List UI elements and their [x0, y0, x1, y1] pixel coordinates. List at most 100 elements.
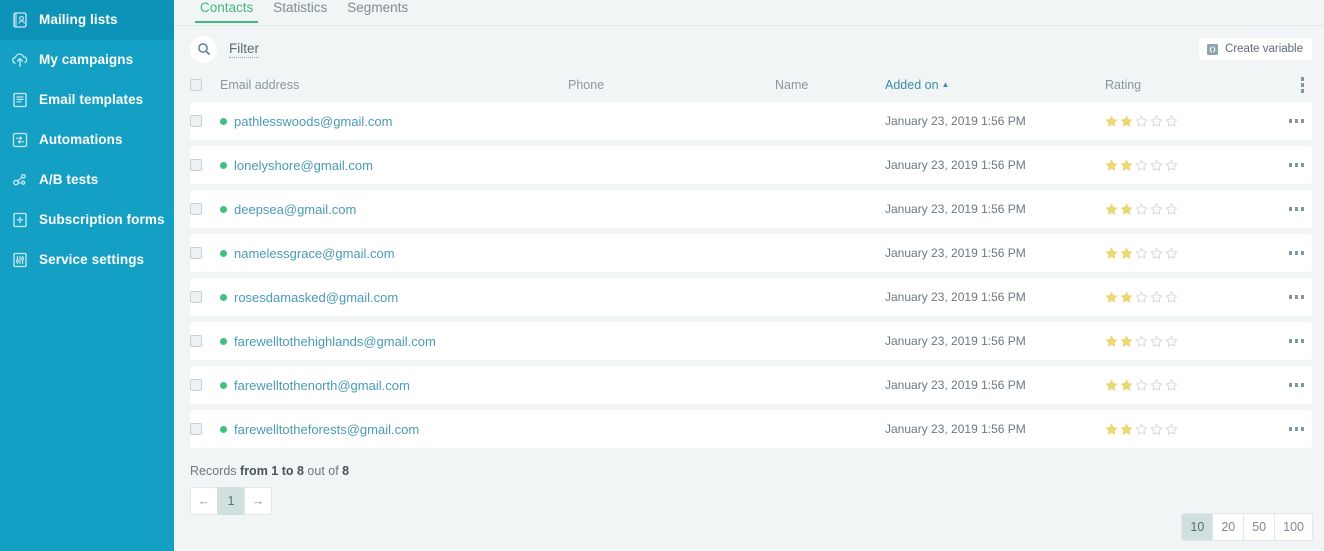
star-icon-5[interactable]	[1165, 115, 1178, 128]
per-page-option-100[interactable]: 100	[1274, 513, 1313, 541]
pagination-page-1[interactable]: 1	[217, 487, 245, 515]
tab-contacts[interactable]: Contacts	[190, 0, 263, 23]
column-header-name[interactable]: Name	[775, 78, 885, 92]
star-icon-4[interactable]	[1150, 379, 1163, 392]
per-page-option-10[interactable]: 10	[1181, 513, 1214, 541]
star-icon-1[interactable]	[1105, 379, 1118, 392]
star-icon-1[interactable]	[1105, 423, 1118, 436]
table-row[interactable]: farewelltothehighlands@gmail.com January …	[190, 322, 1312, 360]
filter-button[interactable]: Filter	[229, 41, 259, 58]
star-icon-2[interactable]	[1120, 115, 1133, 128]
create-variable-button[interactable]: Create variable	[1199, 38, 1312, 60]
row-checkbox[interactable]	[190, 203, 202, 215]
star-icon-5[interactable]	[1165, 423, 1178, 436]
star-icon-3[interactable]	[1135, 247, 1148, 260]
row-checkbox[interactable]	[190, 423, 202, 435]
star-icon-3[interactable]	[1135, 203, 1148, 216]
sidebar-item-subscription-forms[interactable]: Subscription forms	[0, 200, 174, 240]
email-link[interactable]: farewelltothenorth@gmail.com	[234, 378, 410, 393]
column-header-rating[interactable]: Rating	[1105, 78, 1275, 92]
row-checkbox[interactable]	[190, 335, 202, 347]
star-icon-2[interactable]	[1120, 159, 1133, 172]
email-link[interactable]: rosesdamasked@gmail.com	[234, 290, 398, 305]
column-header-phone[interactable]: Phone	[568, 78, 775, 92]
horizontal-kebab-icon[interactable]	[1288, 339, 1304, 343]
email-link[interactable]: pathlesswoods@gmail.com	[234, 114, 392, 129]
horizontal-kebab-icon[interactable]	[1288, 295, 1304, 299]
star-icon-5[interactable]	[1165, 335, 1178, 348]
star-icon-1[interactable]	[1105, 335, 1118, 348]
row-checkbox[interactable]	[190, 115, 202, 127]
star-icon-1[interactable]	[1105, 115, 1118, 128]
email-link[interactable]: deepsea@gmail.com	[234, 202, 356, 217]
table-row[interactable]: lonelyshore@gmail.com January 23, 2019 1:…	[190, 146, 1312, 184]
star-icon-2[interactable]	[1120, 203, 1133, 216]
star-icon-4[interactable]	[1150, 291, 1163, 304]
star-icon-1[interactable]	[1105, 203, 1118, 216]
email-link[interactable]: farewelltothehighlands@gmail.com	[234, 334, 436, 349]
search-icon[interactable]	[190, 35, 217, 63]
star-icon-3[interactable]	[1135, 335, 1148, 348]
star-icon-5[interactable]	[1165, 379, 1178, 392]
star-icon-5[interactable]	[1165, 247, 1178, 260]
table-row[interactable]: pathlesswoods@gmail.com January 23, 2019 …	[190, 102, 1312, 140]
per-page-option-50[interactable]: 50	[1243, 513, 1276, 541]
select-all-checkbox[interactable]	[190, 79, 202, 91]
email-link[interactable]: farewelltotheforests@gmail.com	[234, 422, 419, 437]
pagination-prev-button[interactable]: ←	[190, 487, 218, 515]
star-icon-4[interactable]	[1150, 423, 1163, 436]
pagination-next-button[interactable]: →	[244, 487, 272, 515]
star-icon-4[interactable]	[1150, 335, 1163, 348]
star-icon-5[interactable]	[1165, 291, 1178, 304]
star-icon-3[interactable]	[1135, 423, 1148, 436]
table-row[interactable]: farewelltotheforests@gmail.com January 23…	[190, 410, 1312, 448]
star-icon-2[interactable]	[1120, 379, 1133, 392]
star-icon-2[interactable]	[1120, 247, 1133, 260]
star-icon-4[interactable]	[1150, 247, 1163, 260]
star-icon-5[interactable]	[1165, 203, 1178, 216]
star-icon-4[interactable]	[1150, 203, 1163, 216]
star-icon-1[interactable]	[1105, 159, 1118, 172]
row-checkbox[interactable]	[190, 379, 202, 391]
horizontal-kebab-icon[interactable]	[1288, 119, 1304, 123]
star-icon-1[interactable]	[1105, 247, 1118, 260]
row-checkbox[interactable]	[190, 291, 202, 303]
column-header-email[interactable]: Email address	[220, 78, 568, 92]
table-row[interactable]: deepsea@gmail.com January 23, 2019 1:56 P…	[190, 190, 1312, 228]
star-icon-3[interactable]	[1135, 379, 1148, 392]
row-checkbox[interactable]	[190, 159, 202, 171]
sidebar-item-ab-tests[interactable]: A/B tests	[0, 160, 174, 200]
horizontal-kebab-icon[interactable]	[1288, 251, 1304, 255]
tab-segments[interactable]: Segments	[337, 0, 418, 22]
vertical-kebab-icon[interactable]	[1300, 77, 1304, 93]
column-header-added-on[interactable]: Added on ▲	[885, 78, 1105, 92]
table-row[interactable]: namelessgrace@gmail.com January 23, 2019 …	[190, 234, 1312, 272]
sidebar-item-my-campaigns[interactable]: My campaigns	[0, 40, 174, 80]
sidebar-item-email-templates[interactable]: Email templates	[0, 80, 174, 120]
tab-statistics[interactable]: Statistics	[263, 0, 337, 22]
horizontal-kebab-icon[interactable]	[1288, 207, 1304, 211]
star-icon-4[interactable]	[1150, 115, 1163, 128]
star-icon-2[interactable]	[1120, 291, 1133, 304]
sidebar-item-automations[interactable]: Automations	[0, 120, 174, 160]
star-icon-1[interactable]	[1105, 291, 1118, 304]
star-icon-3[interactable]	[1135, 291, 1148, 304]
horizontal-kebab-icon[interactable]	[1288, 163, 1304, 167]
email-link[interactable]: lonelyshore@gmail.com	[234, 158, 373, 173]
email-link[interactable]: namelessgrace@gmail.com	[234, 246, 395, 261]
per-page-option-20[interactable]: 20	[1212, 513, 1245, 541]
star-icon-2[interactable]	[1120, 335, 1133, 348]
star-icon-3[interactable]	[1135, 159, 1148, 172]
cell-rating	[1105, 335, 1275, 348]
star-icon-5[interactable]	[1165, 159, 1178, 172]
sidebar-item-service-settings[interactable]: Service settings	[0, 240, 174, 280]
table-row[interactable]: rosesdamasked@gmail.com January 23, 2019 …	[190, 278, 1312, 316]
star-icon-2[interactable]	[1120, 423, 1133, 436]
horizontal-kebab-icon[interactable]	[1288, 383, 1304, 387]
row-checkbox[interactable]	[190, 247, 202, 259]
horizontal-kebab-icon[interactable]	[1288, 427, 1304, 431]
sidebar-item-mailing-lists[interactable]: Mailing lists	[0, 0, 174, 40]
star-icon-3[interactable]	[1135, 115, 1148, 128]
table-row[interactable]: farewelltothenorth@gmail.com January 23, …	[190, 366, 1312, 404]
star-icon-4[interactable]	[1150, 159, 1163, 172]
